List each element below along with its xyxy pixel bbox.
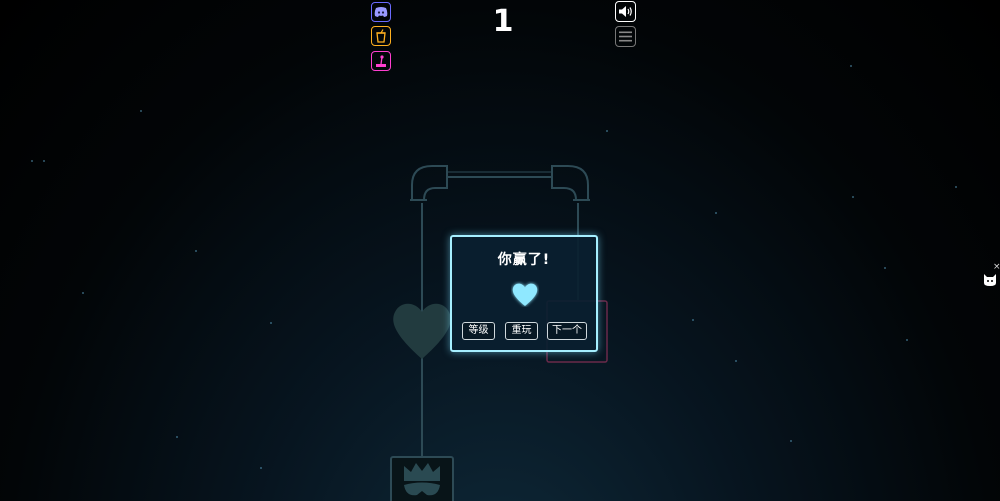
speaker-on-icon xyxy=(619,6,632,17)
heart-icon xyxy=(512,283,538,306)
drink-cup-icon xyxy=(376,29,386,43)
discord-button[interactable] xyxy=(371,2,391,22)
win-dialog: 你赢了! 等级 重玩 下一个 xyxy=(450,235,598,352)
menu-button[interactable] xyxy=(615,26,636,47)
joystick-icon xyxy=(376,55,386,67)
cat-icon[interactable] xyxy=(983,271,997,287)
drink-button[interactable] xyxy=(371,26,391,46)
sound-toggle-button[interactable] xyxy=(615,1,636,22)
discord-icon xyxy=(374,7,388,17)
win-title: 你赢了! xyxy=(497,252,551,268)
level-number: 1 xyxy=(492,4,514,39)
next-level-button[interactable]: 下一个 xyxy=(547,322,587,340)
replay-button[interactable]: 重玩 xyxy=(505,322,538,340)
dim-heart-icon xyxy=(393,303,451,359)
pipe-elbow-right xyxy=(551,165,589,201)
levels-button[interactable]: 等级 xyxy=(462,322,495,340)
joystick-button[interactable] xyxy=(371,51,391,71)
hamburger-menu-icon xyxy=(619,31,632,42)
pipe-elbow-left xyxy=(411,165,448,201)
